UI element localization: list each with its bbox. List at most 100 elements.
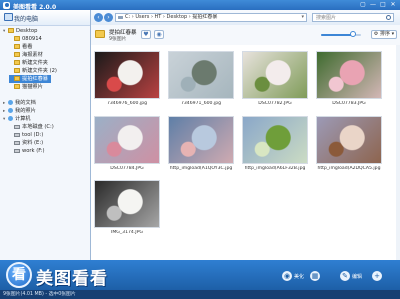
drive-icon	[14, 124, 20, 129]
thumbnail-caption: http_imgload(A2DQCA5.jpg	[317, 166, 381, 171]
folder-icon	[14, 76, 20, 81]
tree-item-label: 我的照片	[15, 108, 36, 114]
photo-thumbnail[interactable]	[94, 51, 160, 99]
folder-icon	[14, 44, 20, 49]
view-button[interactable]: ◉	[154, 30, 164, 39]
folder-icon	[14, 60, 20, 65]
tree-item[interactable]: ▸ 我的照片	[3, 107, 36, 115]
maximize-button[interactable]: □	[379, 1, 387, 8]
thumbnail-caption: DSC07784.JPG	[110, 166, 144, 171]
edit-icon[interactable]: ✎	[340, 271, 350, 281]
thumbnail-caption: DSC07783.JPG	[332, 101, 366, 106]
tree-item[interactable]: tool (D:)	[9, 131, 43, 139]
tree-item[interactable]: 080914	[9, 35, 42, 43]
photo-thumbnail[interactable]	[242, 116, 308, 164]
photo-thumbnail[interactable]	[94, 180, 160, 228]
beautify-label[interactable]: 美化	[294, 273, 304, 280]
tree-item-label: 计算机	[15, 116, 31, 122]
tree-item-label: 我的文档	[15, 100, 36, 106]
tree-item-label: 新建文件夹 (2)	[22, 68, 57, 74]
photo-thumbnail[interactable]	[168, 116, 234, 164]
image-count: 9张图片	[109, 37, 127, 42]
address-path: C: › Users › HT › Desktop › 提拍红春暴	[125, 14, 218, 20]
thumbnail-grid: 7346976_600.jpg 7346971_600.jpg DSC07782.J…	[91, 45, 400, 260]
thumbnail-item[interactable]: http_imgload(A1QOY3C.jpg	[168, 116, 234, 176]
photo-thumbnail[interactable]	[316, 116, 382, 164]
forward-button[interactable]: ›	[104, 13, 113, 22]
tree-item[interactable]: ▸ 我的文档	[3, 99, 36, 107]
computer-icon	[4, 13, 13, 21]
action-bar: ◉ 美化 ▦ ✎ 编辑 +	[280, 269, 396, 283]
tree-item-label: tool (D:)	[22, 132, 44, 138]
thumbnail-caption: DSC07782.JPG	[258, 101, 292, 106]
sort-dropdown-icon: ▾	[389, 31, 395, 37]
photo-thumbnail[interactable]	[168, 51, 234, 99]
thumbnail-item[interactable]: 7346976_600.jpg	[94, 51, 160, 111]
photo-thumbnail[interactable]	[94, 116, 160, 164]
search-icon[interactable]	[386, 15, 391, 20]
brand-text: 美图看看	[36, 269, 108, 289]
back-button[interactable]: ‹	[94, 13, 103, 22]
thumbnail-caption: http_imgload(A1QOY3C.jpg	[169, 166, 233, 171]
skin-button[interactable]: ▢	[359, 1, 367, 8]
thumbnail-caption: 7346971_600.jpg	[180, 101, 222, 106]
bottom-bar: 看 美图看看 ◉ 美化 ▦ ✎ 编辑 +	[0, 260, 400, 290]
thumbnail-item[interactable]: 7346971_600.jpg	[168, 51, 234, 111]
thumbnail-item[interactable]: DSC07783.JPG	[316, 51, 382, 111]
zoom-slider-handle[interactable]	[350, 31, 356, 37]
app-logo-icon	[3, 1, 10, 9]
tree-item[interactable]: ▾ 计算机	[3, 115, 31, 123]
sort-button[interactable]: ⚙ 排序 ▾	[371, 30, 397, 39]
tree-item-label: 新建文件夹	[22, 60, 48, 66]
tree-item[interactable]: 新建文件夹 (2)	[9, 67, 57, 75]
thumbnail-item[interactable]: http_imgload(A2DQCA5.jpg	[316, 116, 382, 176]
minimize-button[interactable]: —	[369, 1, 377, 8]
tree-item[interactable]: 提拍红春暴	[9, 75, 51, 83]
tree-item-label: 本地磁盘 (C:)	[22, 124, 54, 130]
tree-item[interactable]: work (F:)	[9, 147, 45, 155]
thumbnail-item[interactable]: IMG_3174.JPG	[94, 180, 160, 240]
tree-item[interactable]: 海报素材	[9, 51, 43, 59]
brand-logo-icon: 看	[6, 262, 32, 288]
tree-item[interactable]: 猫猫照片	[9, 83, 43, 91]
tree-item-label: Desktop	[16, 28, 38, 34]
tree-item-label: 看看	[22, 44, 33, 50]
beautify-icon[interactable]: ◉	[282, 271, 292, 281]
thumbnail-item[interactable]: DSC07782.JPG	[242, 51, 308, 111]
address-bar[interactable]: C: › Users › HT › Desktop › 提拍红春暴 ▾	[115, 13, 307, 22]
favorite-button[interactable]: ♥	[141, 30, 151, 39]
thumbnail-item[interactable]: http_imgload(A6LF32B.jpg	[242, 116, 308, 176]
folder-icon	[95, 30, 105, 38]
tree-item[interactable]: ▾ Desktop	[3, 27, 37, 35]
edit-label[interactable]: 编辑	[352, 273, 362, 280]
folder-icon	[14, 84, 20, 89]
address-dropdown-icon[interactable]: ▾	[301, 14, 304, 21]
folder-icon	[14, 36, 20, 41]
thumbnail-item[interactable]: DSC07784.JPG	[94, 116, 160, 176]
vertical-scrollbar[interactable]	[396, 45, 400, 260]
window-controls: ▢ — □ ✕	[359, 1, 397, 8]
thumbnail-caption: IMG_3174.JPG	[110, 230, 143, 235]
folder-icon	[14, 68, 20, 73]
status-bar: 9张图片(4.01 MB) - 选中0张图片	[0, 290, 400, 299]
my-computer-header[interactable]: 我的电脑	[0, 10, 90, 26]
tree-item[interactable]: 看看	[9, 43, 32, 51]
grid-icon[interactable]: ▦	[310, 271, 320, 281]
sort-label: 排序	[379, 31, 390, 37]
drive-icon	[14, 140, 20, 145]
tree-item-label: 080914	[22, 36, 42, 42]
close-button[interactable]: ✕	[389, 1, 397, 8]
tree-item-label: 提拍红春暴	[22, 76, 48, 82]
zoom-slider-fill	[321, 34, 353, 36]
search-input[interactable]	[312, 13, 394, 22]
photo-thumbnail[interactable]	[316, 51, 382, 99]
sidebar: 我的电脑 ▾ Desktop 080914 看看 海报素材 新建文件夹新建文件夹 (2) 提…	[0, 10, 91, 260]
folder-icon	[14, 52, 20, 57]
add-icon[interactable]: +	[372, 271, 382, 281]
drive-icon	[14, 132, 20, 137]
title-bar: 美图看看 2.0.0 ▢ — □ ✕	[0, 0, 400, 11]
photo-thumbnail[interactable]	[242, 51, 308, 99]
tree-item[interactable]: 资料 (E:)	[9, 139, 43, 147]
tree-item[interactable]: 新建文件夹	[9, 59, 48, 67]
tree-item[interactable]: 本地磁盘 (C:)	[9, 123, 54, 131]
